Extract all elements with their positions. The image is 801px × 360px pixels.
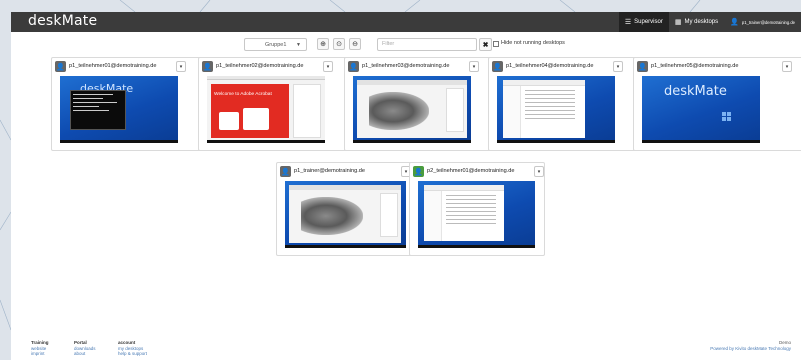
supervisor-toolbar: Gruppe1 ▼ ⊕ ⊙ ⊖ Filter ✖ Hide not runnin… xyxy=(11,38,801,52)
user-icon: 👤 xyxy=(280,166,291,177)
caret-down-icon: ▾ xyxy=(179,63,183,70)
zoom-out-icon: ⊖ xyxy=(352,41,358,48)
footer-column-training: Training website imprint xyxy=(31,340,49,357)
3d-viewer-window xyxy=(289,185,401,243)
user-icon: 👤 xyxy=(348,61,359,72)
group-select[interactable]: Gruppe1 ▼ xyxy=(244,38,307,51)
taskbar xyxy=(353,140,471,143)
acrobat-banner: Welcome to Adobe Acrobat xyxy=(211,84,289,138)
taskbar xyxy=(497,140,615,143)
zoom-in-button[interactable]: ⊕ xyxy=(317,38,329,50)
desktop-thumbnail[interactable] xyxy=(418,181,535,248)
desktop-card-header: 👤 p1_teilnehmer05@demotraining.de ▾ xyxy=(637,61,801,73)
taskbar xyxy=(642,140,760,143)
user-icon: 👤 xyxy=(637,61,648,72)
desktop-thumbnail[interactable]: Welcome to Adobe Acrobat xyxy=(207,76,325,143)
top-navbar: deskMate ☰ Supervisor ▦ My desktops 👤 p1… xyxy=(11,12,801,32)
desktop-menu-button[interactable]: ▾ xyxy=(469,61,479,72)
desktop-user-name: p1_trainer@demotraining.de xyxy=(294,168,365,174)
desktop-user-name: p1_teilnehmer05@demotraining.de xyxy=(651,63,739,69)
desktop-menu-button[interactable]: ▾ xyxy=(534,166,544,177)
caret-down-icon: ▾ xyxy=(404,168,408,175)
footer-link-imprint[interactable]: imprint xyxy=(31,351,49,357)
hide-not-running-label[interactable]: Hide not running desktops xyxy=(501,40,565,46)
group-select-value: Gruppe1 xyxy=(265,41,287,48)
taskbar xyxy=(418,245,535,248)
desktop-card-header: 👤 p2_teilnehmer01@demotraining.de ▾ xyxy=(413,166,582,178)
windows-logo-icon xyxy=(722,112,731,121)
console-window xyxy=(70,90,126,130)
desktop-thumbnail[interactable] xyxy=(353,76,471,143)
footer-column-account: account my desktops help & support xyxy=(118,340,147,357)
user-icon: 👤 xyxy=(730,19,739,26)
desktop-menu-button[interactable]: ▾ xyxy=(323,61,333,72)
clear-filter-button[interactable]: ✖ xyxy=(479,38,492,51)
app-window: deskMate ☰ Supervisor ▦ My desktops 👤 p1… xyxy=(11,12,801,360)
hide-not-running-checkbox[interactable] xyxy=(493,41,499,47)
zoom-in-icon: ⊕ xyxy=(320,41,326,48)
list-icon: ☰ xyxy=(624,19,632,26)
file-explorer-window xyxy=(503,80,585,138)
nav-user-label: p1_trainer@demotraining.de xyxy=(741,19,795,25)
desktop-thumbnail[interactable]: deskMate xyxy=(642,76,760,143)
caret-down-icon: ▾ xyxy=(785,63,789,70)
caret-down-icon: ▾ xyxy=(616,63,620,70)
desktop-menu-button[interactable]: ▾ xyxy=(613,61,623,72)
desktop-thumbnail[interactable] xyxy=(285,181,406,248)
caret-down-icon: ▾ xyxy=(472,63,476,70)
desktop-card: 👤 p2_teilnehmer01@demotraining.de ▾ xyxy=(409,162,545,256)
footer-link-help-support[interactable]: help & support xyxy=(118,351,147,357)
desktop-thumbnail[interactable]: deskMate xyxy=(60,76,178,143)
caret-down-icon: ▾ xyxy=(537,168,541,175)
footer-link-about[interactable]: about xyxy=(74,351,96,357)
taskbar xyxy=(60,140,178,143)
taskbar xyxy=(285,245,406,248)
user-icon: 👤 xyxy=(492,61,503,72)
footer-column-portal: Portal downloads about xyxy=(74,340,96,357)
close-icon: ✖ xyxy=(482,41,489,49)
desktop-menu-button[interactable]: ▾ xyxy=(176,61,186,72)
desktop-user-name: p2_teilnehmer01@demotraining.de xyxy=(427,168,515,174)
desktop-user-name: p1_teilnehmer02@demotraining.de xyxy=(216,63,304,69)
3d-viewer-window xyxy=(357,80,467,138)
grid-icon: ▦ xyxy=(674,19,682,26)
zoom-reset-icon: ⊙ xyxy=(336,41,342,48)
zoom-out-button[interactable]: ⊖ xyxy=(349,38,361,50)
user-icon: 👤 xyxy=(413,166,424,177)
caret-down-icon: ▾ xyxy=(326,63,330,70)
nav-my-desktops-label: My desktops xyxy=(684,19,719,25)
nav-supervisor-label: Supervisor xyxy=(634,19,663,25)
taskbar xyxy=(207,140,325,143)
nav-user-account[interactable]: 👤 p1_trainer@demotraining.de xyxy=(724,12,801,32)
filter-input[interactable]: Filter xyxy=(377,38,477,51)
nav-supervisor[interactable]: ☰ Supervisor xyxy=(618,12,669,32)
chevron-down-icon: ▼ xyxy=(296,42,301,48)
desktop-user-name: p1_teilnehmer04@demotraining.de xyxy=(506,63,594,69)
zoom-reset-button[interactable]: ⊙ xyxy=(333,38,345,50)
file-explorer-window xyxy=(424,185,504,241)
nav-my-desktops[interactable]: ▦ My desktops xyxy=(669,12,724,32)
user-icon: 👤 xyxy=(55,61,66,72)
brand-logo[interactable]: deskMate xyxy=(28,13,97,29)
desktop-card: 👤 p1_teilnehmer05@demotraining.de ▾ desk… xyxy=(633,57,801,151)
deskmate-wordmark: deskMate xyxy=(664,84,727,99)
footer-right: Demo Powered by Kivito deskMate Technolo… xyxy=(710,340,791,351)
desktop-menu-button[interactable]: ▾ xyxy=(782,61,792,72)
user-icon: 👤 xyxy=(202,61,213,72)
footer-heading: Training xyxy=(31,340,49,345)
desktop-thumbnail[interactable] xyxy=(497,76,615,143)
acrobat-welcome-text: Welcome to Adobe Acrobat xyxy=(214,92,272,97)
footer-powered-by[interactable]: Powered by Kivito deskMate Technology xyxy=(710,346,791,352)
desktop-user-name: p1_teilnehmer03@demotraining.de xyxy=(362,63,450,69)
nav-links: ☰ Supervisor ▦ My desktops 👤 p1_trainer@… xyxy=(618,12,801,32)
desktop-user-name: p1_teilnehmer01@demotraining.de xyxy=(69,63,157,69)
